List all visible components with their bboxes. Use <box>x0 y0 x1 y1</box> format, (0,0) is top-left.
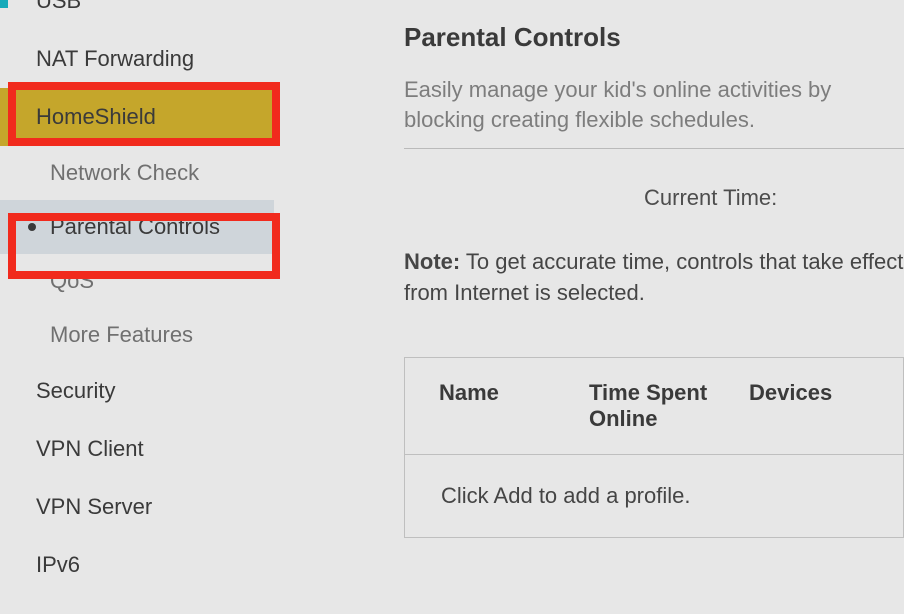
sidebar-accent <box>0 0 8 8</box>
sidebar-item-label: Security <box>36 378 115 404</box>
sidebar-item-qos[interactable]: QoS <box>0 254 274 308</box>
sidebar-item-network-check[interactable]: Network Check <box>0 146 274 200</box>
note-text: Note: To get accurate time, controls tha… <box>404 247 904 309</box>
sidebar-item-label: USB <box>36 0 81 14</box>
profiles-table: Name Time Spent Online Devices Click Add… <box>404 357 904 538</box>
sidebar-item-homeshield[interactable]: HomeShield <box>0 88 274 146</box>
sidebar-item-vpn-client[interactable]: VPN Client <box>0 420 274 478</box>
note-body: To get accurate time, controls that take… <box>404 249 903 305</box>
page-description: Easily manage your kid's online activiti… <box>404 75 904 134</box>
sidebar-item-usb[interactable]: USB <box>0 0 274 30</box>
note-prefix: Note: <box>404 249 460 274</box>
col-devices: Devices <box>749 380 869 432</box>
table-header: Name Time Spent Online Devices <box>405 358 903 454</box>
main-panel: Parental Controls Easily manage your kid… <box>274 0 904 614</box>
current-time-value <box>797 179 867 217</box>
sidebar-item-label: More Features <box>50 322 193 348</box>
sidebar-item-ipv6[interactable]: IPv6 <box>0 536 274 594</box>
sidebar-item-label: IPv6 <box>36 552 80 578</box>
bullet-icon <box>28 223 36 231</box>
sidebar-item-parental-controls[interactable]: Parental Controls <box>0 200 274 254</box>
sidebar-item-nat[interactable]: NAT Forwarding <box>0 30 274 88</box>
table-empty-text: Click Add to add a profile. <box>441 483 690 508</box>
sidebar-item-label: HomeShield <box>36 104 156 130</box>
sidebar-item-label: Network Check <box>50 160 199 186</box>
page-title: Parental Controls <box>404 22 904 53</box>
divider <box>404 148 904 149</box>
sidebar-item-label: QoS <box>50 268 94 294</box>
col-time: Time Spent Online <box>589 380 749 432</box>
sidebar-item-label: Parental Controls <box>50 214 220 240</box>
col-name: Name <box>439 380 589 432</box>
sidebar-item-more-features[interactable]: More Features <box>0 308 274 362</box>
current-time-label: Current Time: <box>644 185 777 211</box>
table-empty-row: Click Add to add a profile. <box>405 454 903 537</box>
sidebar-item-label: NAT Forwarding <box>36 46 194 72</box>
sidebar-item-vpn-server[interactable]: VPN Server <box>0 478 274 536</box>
sidebar-item-security[interactable]: Security <box>0 362 274 420</box>
current-time-row: Current Time: <box>404 179 904 217</box>
sidebar-item-label: VPN Client <box>36 436 144 462</box>
sidebar-item-label: VPN Server <box>36 494 152 520</box>
sidebar: USB NAT Forwarding HomeShield Network Ch… <box>0 0 274 614</box>
